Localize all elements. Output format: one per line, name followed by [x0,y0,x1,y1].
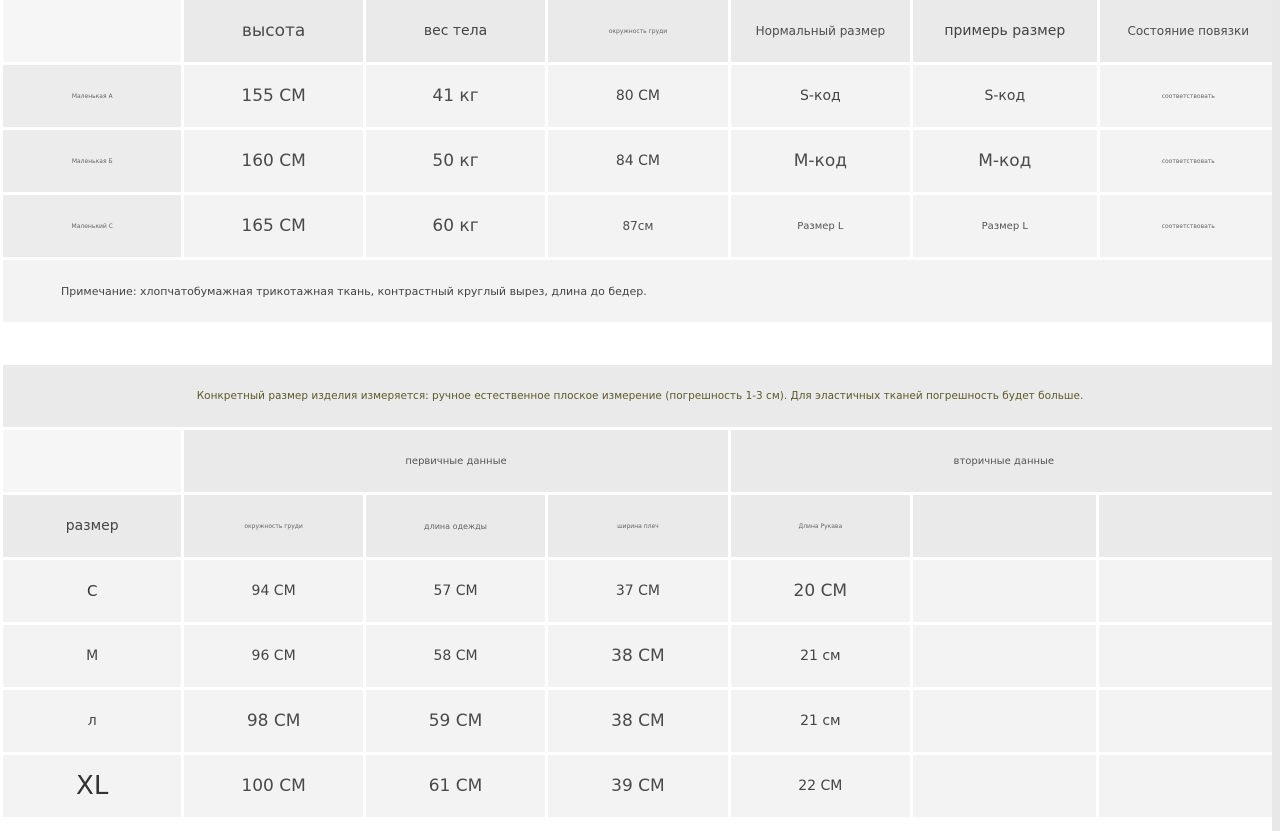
size-label: XL [3,755,182,817]
height-cell: 165 СМ [184,195,363,257]
table-header-row: высота вес тела окружность груди Нормаль… [3,0,1277,62]
sleeve-cell: 21 см [730,625,911,687]
spec-row: Конкретный размер изделия измеряется: ру… [3,365,1277,427]
shoulder-cell: 39 СМ [548,755,728,817]
empty-cell [913,625,1097,687]
empty-cell [1099,690,1277,752]
size-label: С [3,560,182,622]
header-chest: окружность груди [548,0,728,62]
model-name: Маленькая A [3,65,182,127]
fit-state-cell: соответствовать [1099,130,1277,192]
model-name: Маленький C [3,195,182,257]
empty-cell [913,755,1097,817]
chest-cell: 87см [548,195,728,257]
empty-cell [913,560,1097,622]
group-secondary-data: вторичные данные [730,430,1277,492]
header-fit-state: Состояние повязки [1099,0,1277,62]
empty-cell [1099,755,1277,817]
table-row: XL 100 СМ 61 СМ 39 СМ 22 СМ [3,755,1277,817]
table-row: С 94 СМ 57 СМ 37 СМ 20 СМ [3,560,1277,622]
chest-cell: 96 СМ [184,625,363,687]
chest-cell: 98 СМ [184,690,363,752]
group-primary-data: первичные данные [184,430,728,492]
header-sleeve-length: Длина Рукава [730,495,911,557]
height-cell: 160 СМ [184,130,363,192]
header-weight: вес тела [365,0,546,62]
header-garment-length: длина одежды [365,495,546,557]
group-header-row: первичные данные вторичные данные [3,430,1277,492]
length-cell: 61 СМ [365,755,546,817]
garment-size-table: Конкретный размер изделия измеряется: ру… [0,362,1280,820]
fit-state-cell: соответствовать [1099,65,1277,127]
header-height: высота [184,0,363,62]
table-row: Маленький C 165 СМ 60 кг 87см Размер L Р… [3,195,1277,257]
header-empty-cell [1099,495,1277,557]
table-row: Маленькая Б 160 СМ 50 кг 84 СМ М-код М-к… [3,130,1277,192]
sleeve-cell: 22 СМ [730,755,911,817]
try-size-cell: Размер L [913,195,1097,257]
weight-cell: 50 кг [365,130,546,192]
size-label: л [3,690,182,752]
empty-cell [913,690,1097,752]
header-shoulder-width: ширина плеч [548,495,728,557]
table-row: М 96 СМ 58 СМ 38 СМ 21 см [3,625,1277,687]
header-size: размер [3,495,182,557]
chest-cell: 84 СМ [548,130,728,192]
header-empty-cell [913,495,1097,557]
normal-size-cell: М-код [730,130,911,192]
shoulder-cell: 38 СМ [548,690,728,752]
weight-cell: 41 кг [365,65,546,127]
shoulder-cell: 37 СМ [548,560,728,622]
fabric-note: Примечание: хлопчатобумажная трикотажная… [3,260,1277,322]
group-empty-cell [3,430,182,492]
table-row: Маленькая A 155 СМ 41 кг 80 СМ S-код S-к… [3,65,1277,127]
header-try-size: примерь размер [913,0,1097,62]
right-edge-strip [1272,0,1280,831]
shoulder-cell: 38 СМ [548,625,728,687]
chest-cell: 80 СМ [548,65,728,127]
normal-size-cell: Размер L [730,195,911,257]
table-header-row: размер окружность груди длина одежды шир… [3,495,1277,557]
try-size-cell: S-код [913,65,1097,127]
chest-cell: 100 СМ [184,755,363,817]
length-cell: 57 СМ [365,560,546,622]
model-size-table: высота вес тела окружность груди Нормаль… [0,0,1280,325]
length-cell: 59 СМ [365,690,546,752]
empty-cell [1099,625,1277,687]
height-cell: 155 СМ [184,65,363,127]
try-size-cell: М-код [913,130,1097,192]
chest-cell: 94 СМ [184,560,363,622]
model-name: Маленькая Б [3,130,182,192]
measurement-spec: Конкретный размер изделия измеряется: ру… [3,365,1277,427]
table-separator [0,334,1280,362]
sleeve-cell: 20 СМ [730,560,911,622]
empty-cell [1099,560,1277,622]
header-normal-size: Нормальный размер [730,0,911,62]
header-chest: окружность груди [184,495,363,557]
header-empty-cell [3,0,182,62]
note-row: Примечание: хлопчатобумажная трикотажная… [3,260,1277,322]
table-row: л 98 СМ 59 СМ 38 СМ 21 см [3,690,1277,752]
size-label: М [3,625,182,687]
weight-cell: 60 кг [365,195,546,257]
normal-size-cell: S-код [730,65,911,127]
sleeve-cell: 21 см [730,690,911,752]
fit-state-cell: соответствовать [1099,195,1277,257]
length-cell: 58 СМ [365,625,546,687]
